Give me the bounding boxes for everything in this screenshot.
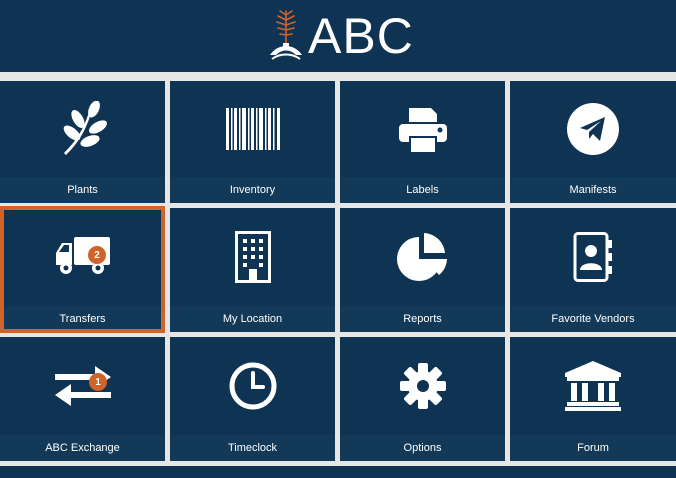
tile-inventory[interactable]: Inventory [170, 81, 335, 203]
contact-book-icon [573, 232, 612, 282]
tile-my-location[interactable]: My Location [170, 208, 335, 332]
gear-icon [399, 363, 446, 409]
tile-label: Transfers [59, 313, 106, 325]
app-header: ABC [0, 0, 676, 72]
notification-badge: 1 [89, 373, 107, 391]
tile-labels[interactable]: Labels [340, 81, 505, 203]
printer-icon [398, 108, 447, 152]
paper-plane-icon [567, 103, 619, 155]
tile-timeclock[interactable]: Timeclock [170, 337, 335, 461]
leaf-branch-icon [63, 101, 107, 155]
tile-label: Forum [577, 442, 609, 454]
plant-logo-icon [270, 10, 302, 60]
tile-label: Reports [403, 313, 442, 325]
barcode-icon [225, 108, 280, 150]
pie-chart-icon [396, 233, 447, 281]
notification-badge: 2 [88, 246, 106, 264]
tile-label: Timeclock [227, 442, 278, 454]
tile-plants[interactable]: Plants [0, 81, 165, 203]
tile-label: ABC Exchange [45, 442, 120, 454]
tile-transfers[interactable]: 2 Transfers [0, 208, 165, 332]
tile-label: Plants [67, 184, 98, 196]
building-icon [234, 231, 271, 283]
tile-options[interactable]: Options [340, 337, 505, 461]
tile-forum[interactable]: Forum [510, 337, 676, 461]
tile-label: Options [403, 442, 442, 454]
tile-label: Favorite Vendors [551, 313, 635, 325]
clock-icon [229, 362, 276, 410]
footer-bar [0, 466, 676, 478]
tile-label: My Location [222, 313, 283, 325]
tile-manifests[interactable]: Manifests [510, 81, 676, 203]
institution-icon [565, 361, 621, 411]
tile-label: Manifests [569, 184, 617, 196]
tile-label: Inventory [229, 184, 276, 196]
tile-reports[interactable]: Reports [340, 208, 505, 332]
tile-favorite-vendors[interactable]: Favorite Vendors [510, 208, 676, 332]
brand-logo[interactable]: ABC [266, 6, 414, 66]
tile-abc-exchange[interactable]: 1 ABC Exchange [0, 337, 165, 461]
brand-name: ABC [308, 8, 414, 64]
tile-label: Labels [406, 184, 439, 196]
